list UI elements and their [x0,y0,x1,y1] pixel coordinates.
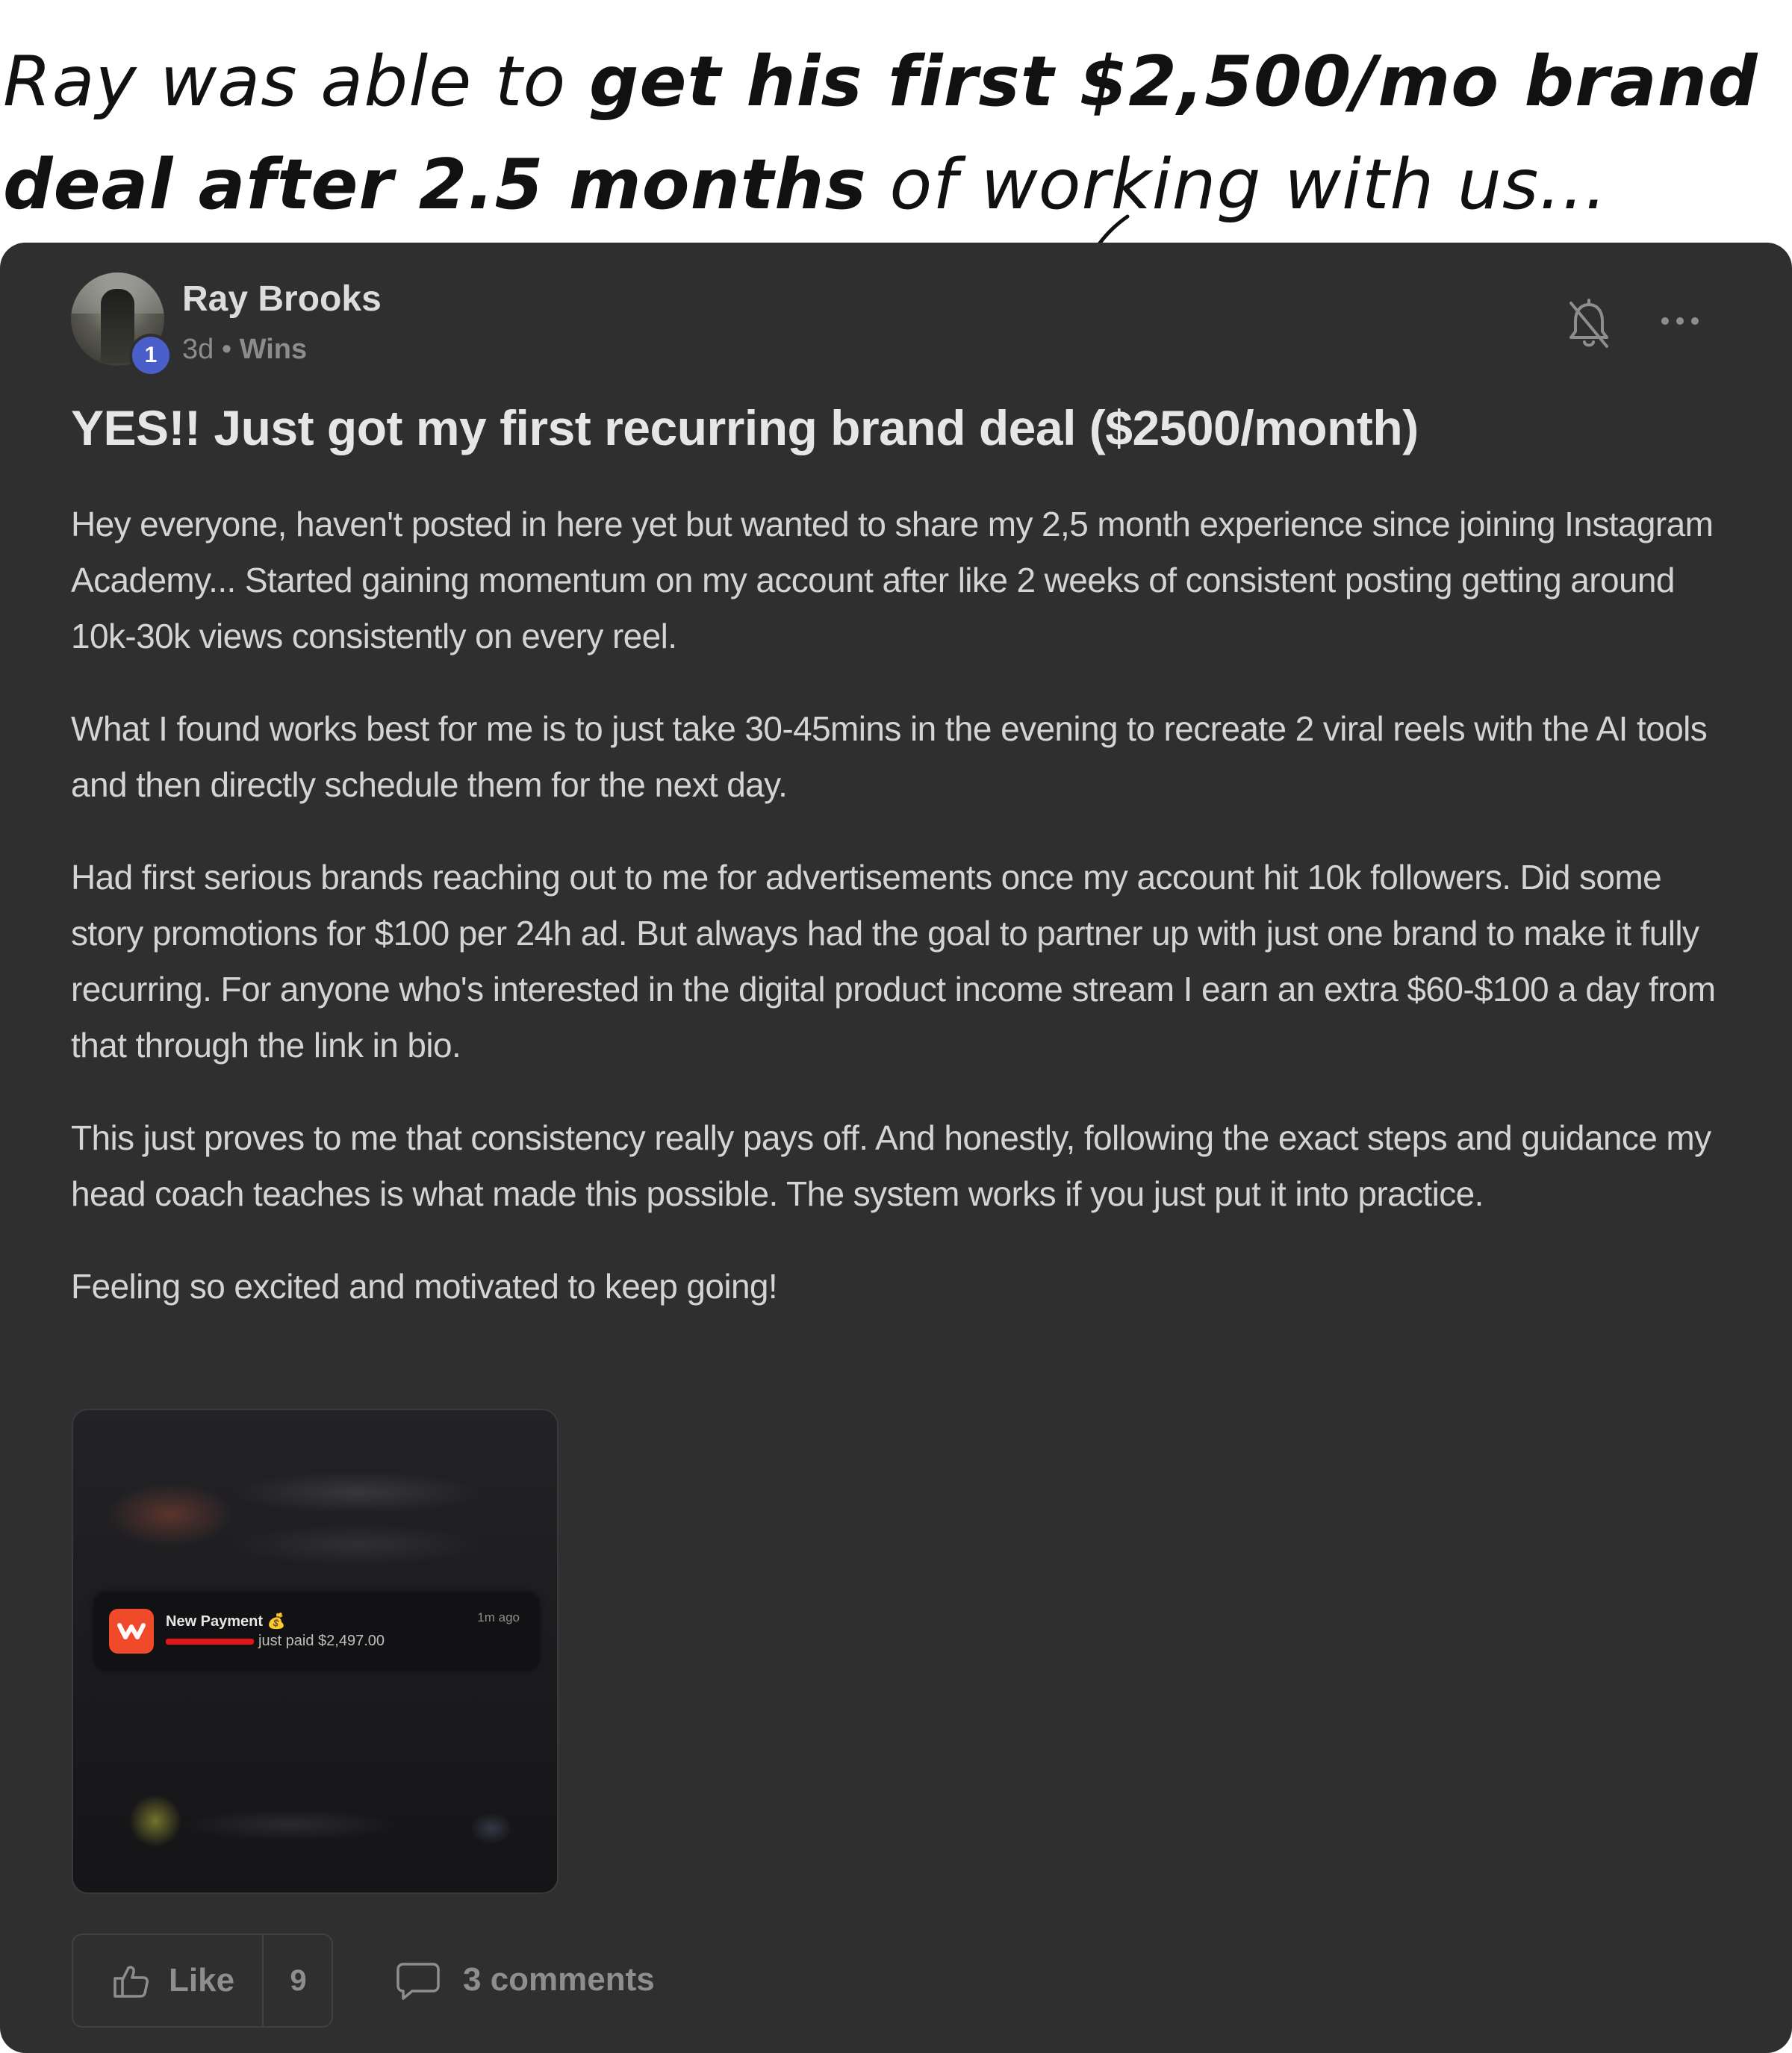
notification-time: 1m ago [477,1610,520,1624]
like-label: Like [169,1962,235,1999]
notification-text-row: just paid $2,497.00 [166,1633,385,1650]
thumbs-up-icon [113,1966,149,1998]
notification-title: New Payment 💰 [166,1613,286,1630]
post-paragraph: Hey everyone, haven't posted in here yet… [71,505,1714,655]
post-card: 1 Ray Brooks 3d • Wins YES!! Just got my… [0,243,1792,2053]
like-button[interactable]: Like [73,1935,263,2026]
bell-off-icon[interactable] [1567,299,1611,351]
comment-icon [396,1963,440,2000]
payment-notification: New Payment 💰 just paid $2,497.00 1m ago [94,1592,539,1670]
notification-text: just paid $2,497.00 [258,1633,385,1649]
more-dots-icon[interactable] [1658,310,1702,332]
level-badge: 1 [129,334,172,377]
post-body: Hey everyone, haven't posted in here yet… [71,496,1736,1351]
comments-button[interactable]: 3 comments [396,1952,694,2012]
redaction-mark [166,1638,254,1645]
post-meta: 3d • Wins [182,334,307,366]
headline-line-1: Ray was able to get his first $2,500/mo … [3,30,1773,133]
headline-line-1-regular: Ray was able to [3,41,589,122]
post-title[interactable]: YES!! Just got my first recurring brand … [71,399,1419,456]
post-paragraph: Had first serious brands reaching out to… [71,858,1716,1065]
post-paragraph: This just proves to me that consistency … [71,1118,1711,1213]
post-image-attachment[interactable]: New Payment 💰 just paid $2,497.00 1m ago [72,1409,559,1894]
headline-line-1-bold: get his first $2,500/mo brand [588,41,1758,122]
post-paragraph: What I found works best for me is to jus… [71,709,1708,804]
like-group: Like 9 [72,1934,333,2028]
author-name[interactable]: Ray Brooks [182,278,382,320]
post-time: 3d [182,334,214,365]
payment-app-icon [109,1609,154,1654]
meta-separator: • [214,334,240,365]
like-count[interactable]: 9 [264,1935,333,2026]
headline: Ray was able to get his first $2,500/mo … [3,30,1773,236]
headline-line-2: deal after 2.5 months of working with us… [3,133,1773,236]
headline-line-2-bold: deal after 2.5 months [3,144,867,225]
headline-line-2-regular: of working with us... [866,144,1608,225]
post-category[interactable]: Wins [240,334,307,365]
post-paragraph: Feeling so excited and motivated to keep… [71,1267,778,1306]
comments-label: 3 comments [463,1961,655,1998]
